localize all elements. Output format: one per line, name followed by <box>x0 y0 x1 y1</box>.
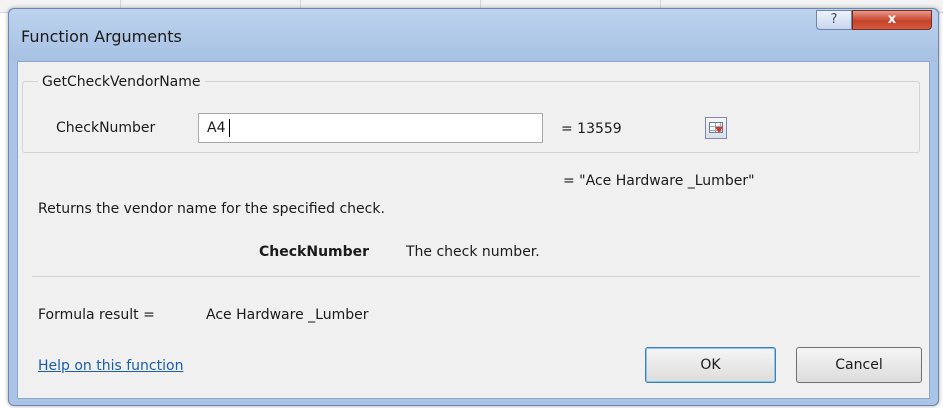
help-icon: ? <box>830 12 838 27</box>
checknumber-input-value: A4 <box>207 120 226 136</box>
text-caret <box>229 119 230 137</box>
function-description: Returns the vendor name for the specifie… <box>38 201 385 217</box>
help-on-function-link[interactable]: Help on this function <box>38 358 183 374</box>
argument-label: CheckNumber <box>56 120 156 136</box>
ok-button[interactable]: OK <box>645 347 776 383</box>
checknumber-input[interactable]: A4 <box>198 113 727 143</box>
cancel-button[interactable]: Cancel <box>796 347 922 383</box>
arrow-icon <box>715 127 723 133</box>
title-bar[interactable]: Function Arguments ? x <box>9 9 938 61</box>
argument-result: = 13559 <box>561 121 622 137</box>
help-button[interactable]: ? <box>816 10 852 30</box>
function-name: GetCheckVendorName <box>38 74 205 90</box>
formula-result-label: Formula result = <box>38 307 155 323</box>
close-button[interactable]: x <box>852 10 932 30</box>
dialog-title: Function Arguments <box>21 27 182 46</box>
section-divider <box>32 276 920 277</box>
collapse-dialog-button[interactable] <box>705 117 727 139</box>
formula-result-value: Ace Hardware _Lumber <box>206 307 369 323</box>
function-result: = "Ace Hardware _Lumber" <box>563 173 755 189</box>
argument-help-text: The check number. <box>406 244 540 260</box>
argument-help-name: CheckNumber <box>259 244 370 260</box>
close-icon: x <box>887 12 897 27</box>
